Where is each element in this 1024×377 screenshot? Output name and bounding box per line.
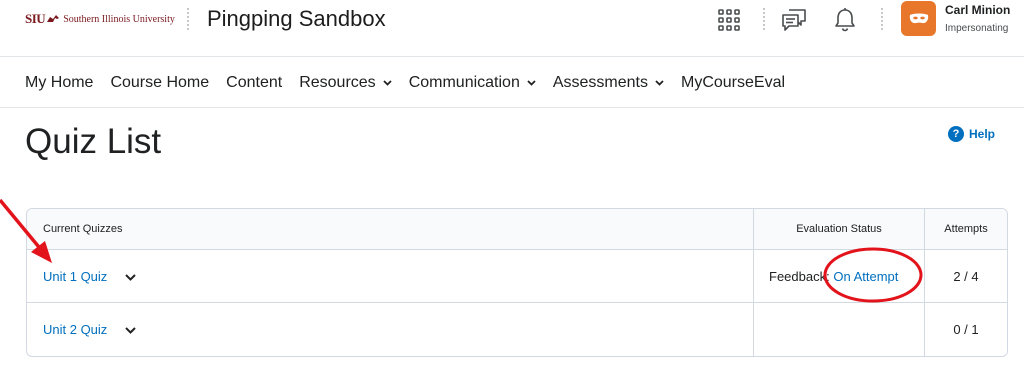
nav-item-resources[interactable]: Resources	[299, 74, 392, 92]
logo-university-name: Southern Illinois University	[63, 13, 175, 25]
chevron-down-icon	[655, 80, 664, 86]
nav-item-mycourseeval[interactable]: MyCourseEval	[681, 74, 785, 92]
university-logo[interactable]: SIU Southern Illinois University	[25, 10, 175, 28]
top-header: SIU Southern Illinois University Pingpin…	[0, 0, 1024, 57]
saluki-logo-icon	[47, 15, 60, 22]
apps-grid-icon[interactable]	[713, 4, 745, 36]
column-header-attempts: Attempts	[925, 209, 1007, 250]
nav-item-label: MyCourseEval	[680, 74, 786, 91]
attempts-cell: 0 / 1	[953, 322, 979, 337]
logo-siu-text: SIU	[25, 11, 46, 26]
chevron-down-icon	[383, 80, 392, 86]
chevron-down-icon[interactable]	[125, 327, 136, 334]
bell-icon[interactable]	[829, 4, 861, 36]
column-header-evaluation-status: Evaluation Status	[754, 209, 925, 250]
course-title[interactable]: Pingping Sandbox	[207, 6, 386, 32]
user-role: Impersonating	[945, 23, 1009, 34]
nav-item-content[interactable]: Content	[226, 74, 282, 92]
chevron-down-icon[interactable]	[125, 273, 136, 281]
evaluation-status-link[interactable]: On Attempt	[833, 269, 898, 284]
help-icon: ?	[948, 126, 964, 142]
course-navbar: My Home Course Home Content Resources Co…	[0, 57, 1024, 108]
nav-item-label: Assessments	[552, 74, 648, 91]
chat-bubbles-icon[interactable]	[778, 4, 810, 36]
header-separator	[881, 8, 883, 30]
quiz-name-cell: Unit 2 Quiz	[27, 303, 754, 356]
impersonate-mask-icon	[909, 13, 928, 23]
page-title: Quiz List	[25, 122, 162, 161]
table-row: Unit 2 Quiz 0 / 1	[27, 303, 1007, 356]
nav-item-label: Course Home	[110, 74, 210, 91]
quiz-link[interactable]: Unit 2 Quiz	[43, 322, 107, 337]
header-separator	[763, 8, 765, 30]
nav-item-label: Content	[226, 74, 283, 91]
help-link[interactable]: ? Help	[948, 126, 995, 142]
nav-item-assessments[interactable]: Assessments	[553, 74, 664, 92]
chevron-down-icon	[527, 80, 536, 86]
user-name[interactable]: Carl Minion	[945, 3, 1010, 17]
nav-item-my-home[interactable]: My Home	[25, 74, 93, 92]
evaluation-status-label: Feedback:	[769, 268, 834, 284]
attempts-cell: 2 / 4	[925, 250, 1007, 303]
nav-item-course-home[interactable]: Course Home	[110, 74, 209, 92]
evaluation-status-cell	[754, 303, 925, 356]
table-row: Unit 1 Quiz Feedback: On Attempt 2 / 4	[27, 250, 1007, 303]
nav-item-communication[interactable]: Communication	[409, 74, 536, 92]
nav-item-label: My Home	[25, 74, 94, 91]
avatar[interactable]	[901, 1, 936, 36]
evaluation-status-cell: Feedback: On Attempt	[754, 250, 925, 303]
quiz-link[interactable]: Unit 1 Quiz	[43, 269, 107, 284]
table-header-row: Current Quizzes Evaluation Status Attemp…	[27, 209, 1007, 250]
quiz-name-cell: Unit 1 Quiz	[27, 250, 754, 303]
quiz-table: Current Quizzes Evaluation Status Attemp…	[26, 208, 1008, 357]
column-header-current-quizzes: Current Quizzes	[27, 209, 754, 250]
nav-item-label: Resources	[299, 74, 376, 91]
nav-item-label: Communication	[408, 74, 520, 91]
help-label: Help	[969, 127, 996, 141]
header-divider	[187, 8, 189, 30]
